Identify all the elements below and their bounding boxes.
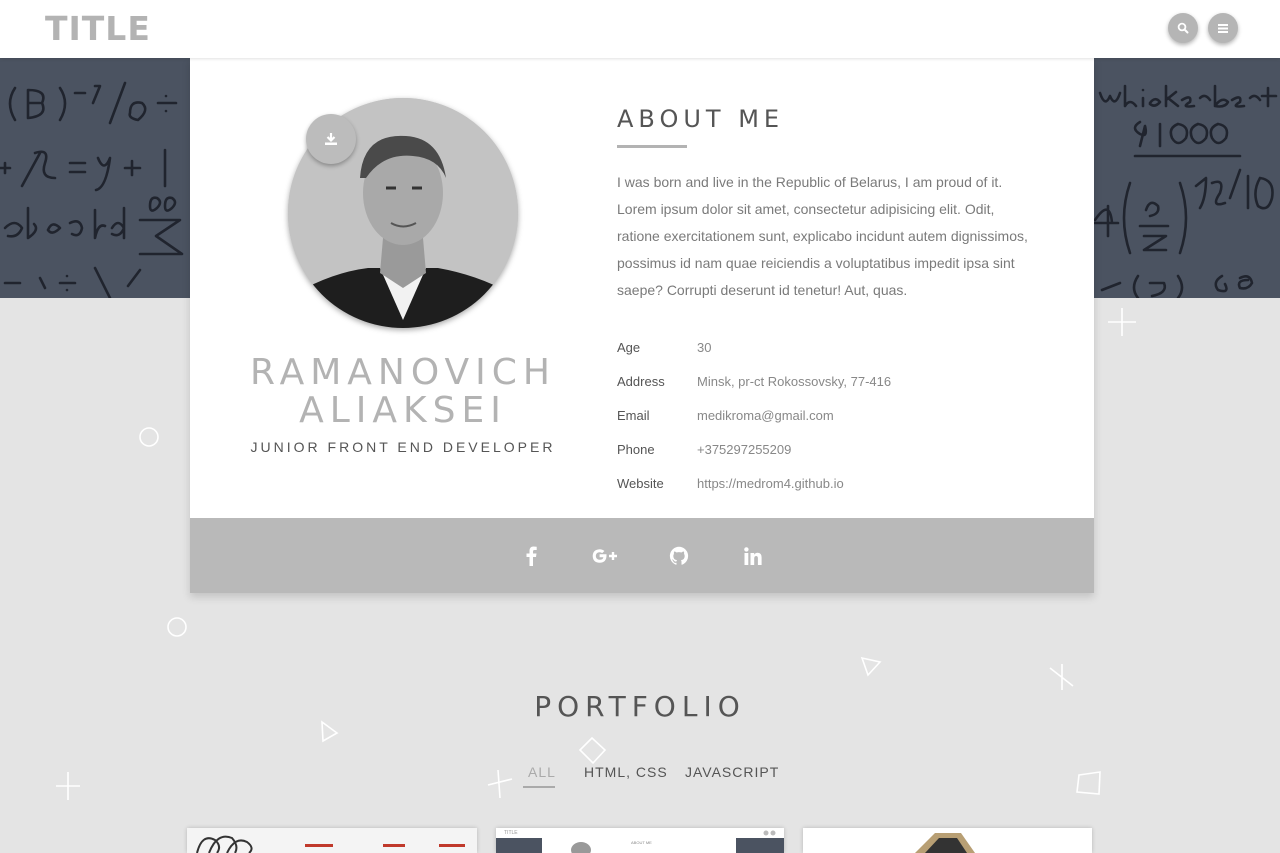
info-value: 30 — [697, 339, 712, 355]
filter-html-css[interactable]: HTML, CSS — [584, 764, 668, 780]
profile-card: RAMANOVICH ALIAKSEI JUNIOR FRONT END DEV… — [190, 58, 1094, 593]
portfolio-item-3-preview — [803, 828, 1092, 853]
facebook-icon — [526, 546, 537, 566]
info-value: Minsk, pr-ct Rokossovsky, 77-416 — [697, 373, 892, 389]
website-link[interactable]: https://medrom4.github.io — [697, 476, 844, 491]
portfolio-item-1[interactable] — [187, 828, 477, 853]
portfolio-item-3[interactable] — [803, 828, 1092, 853]
about-description: I was born and live in the Republic of B… — [617, 174, 1028, 298]
social-links-bar — [190, 518, 1094, 593]
filter-all[interactable]: ALL — [528, 764, 556, 780]
email-link[interactable]: medikroma@gmail.com — [697, 408, 834, 423]
personal-info-list: Age 30 Address Minsk, pr-ct Rokossovsky,… — [617, 330, 891, 500]
linkedin-link[interactable] — [716, 536, 790, 576]
google-plus-icon — [592, 548, 617, 563]
info-label: Address — [617, 373, 665, 389]
about-title-underline — [617, 145, 687, 148]
person-name: RAMANOVICH ALIAKSEI — [228, 354, 578, 430]
portfolio-item-2-preview: TITLE ABOUT ME — [496, 828, 784, 853]
facebook-link[interactable] — [494, 536, 568, 576]
linkedin-icon — [744, 546, 762, 565]
download-icon — [325, 133, 337, 145]
active-filter-underline — [523, 786, 555, 788]
info-row-email: Email medikroma@gmail.com — [617, 398, 891, 432]
info-label: Website — [617, 475, 664, 491]
filter-javascript[interactable]: JAVASCRIPT — [685, 764, 779, 780]
menu-icon — [1218, 23, 1228, 33]
top-navigation-bar: TITLE — [0, 0, 1280, 58]
thumb2-heading-text: ABOUT ME — [631, 840, 652, 845]
google-plus-link[interactable] — [568, 536, 642, 576]
person-role: JUNIOR FRONT END DEVELOPER — [250, 439, 556, 455]
portfolio-item-1-preview — [187, 828, 477, 853]
info-row-address: Address Minsk, pr-ct Rokossovsky, 77-416 — [617, 364, 891, 398]
github-link[interactable] — [642, 536, 716, 576]
site-logo[interactable]: TITLE — [45, 9, 151, 48]
info-row-phone: Phone +375297255209 — [617, 432, 891, 466]
info-row-website: Website https://medrom4.github.io — [617, 466, 891, 500]
info-label: Email — [617, 407, 650, 423]
portfolio-title: PORTFOLIO — [534, 690, 746, 723]
phone-link[interactable]: +375297255209 — [697, 442, 791, 457]
person-name-line2: ALIAKSEI — [299, 390, 507, 431]
github-icon — [669, 546, 689, 565]
menu-button[interactable] — [1208, 13, 1238, 43]
about-title: ABOUT ME — [617, 105, 785, 133]
portfolio-item-2[interactable]: TITLE ABOUT ME — [496, 828, 784, 853]
search-icon — [1177, 22, 1189, 34]
info-label: Phone — [617, 441, 655, 457]
info-row-age: Age 30 — [617, 330, 891, 364]
person-name-line1: RAMANOVICH — [250, 352, 556, 393]
download-cv-button[interactable] — [306, 114, 356, 164]
info-label: Age — [617, 339, 641, 355]
thumb2-logo-text: TITLE — [504, 830, 518, 836]
search-button[interactable] — [1168, 13, 1198, 43]
